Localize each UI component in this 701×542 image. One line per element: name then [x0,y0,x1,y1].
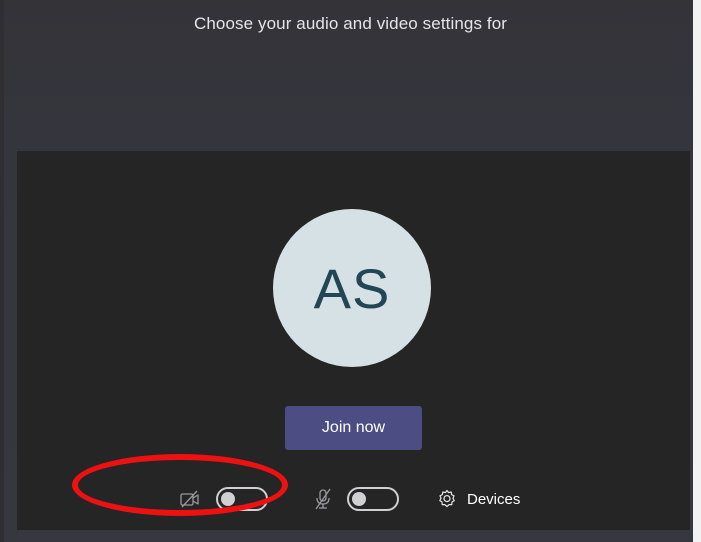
camera-toggle-knob [221,492,235,506]
window-edge-right [693,0,701,542]
camera-toggle[interactable] [216,487,268,511]
microphone-toggle-knob [352,492,366,506]
mic-off-icon [315,488,331,510]
window-edge-left [0,0,4,542]
pre-join-screen: Choose your audio and video settings for… [0,0,701,542]
avatar: AS [273,209,431,367]
media-controls-bar: Devices [17,481,690,517]
video-preview-panel: AS Join now Devices [17,151,690,530]
microphone-toggle[interactable] [347,487,399,511]
avatar-initials: AS [313,256,391,320]
page-title: Choose your audio and video settings for [193,14,508,33]
devices-button[interactable]: Devices [437,485,520,513]
camera-off-icon [180,490,199,508]
join-now-button[interactable]: Join now [285,406,422,450]
gear-icon [439,489,455,508]
devices-label: Devices [467,490,521,508]
